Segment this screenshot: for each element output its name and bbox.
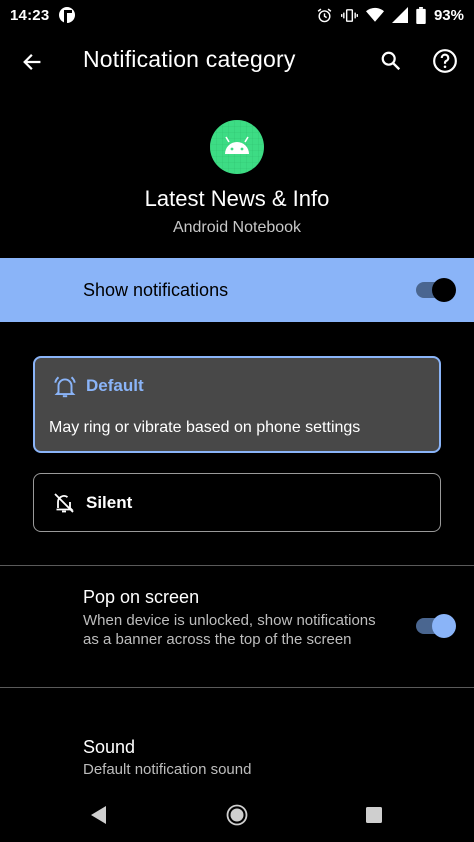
battery-icon — [416, 6, 426, 24]
search-icon — [381, 51, 401, 71]
battery-percent: 93% — [433, 6, 464, 24]
status-icons: 93% — [316, 6, 464, 24]
back-button[interactable] — [16, 46, 48, 78]
bell-ringing-icon — [54, 376, 76, 398]
show-notifications-row[interactable]: Show notifications — [0, 258, 474, 322]
toggle-knob — [432, 614, 456, 638]
silent-option-card[interactable]: Silent — [33, 473, 441, 532]
default-option-label: Default — [86, 376, 144, 395]
search-button[interactable] — [376, 46, 406, 76]
alarm-icon — [317, 8, 332, 22]
page-title: Notification category — [83, 46, 296, 72]
divider — [0, 565, 474, 566]
nav-back-icon[interactable] — [88, 804, 108, 826]
toggle-knob — [432, 278, 456, 302]
silent-option-label: Silent — [86, 493, 133, 512]
nav-home-icon[interactable] — [226, 804, 248, 826]
show-notifications-label: Show notifications — [83, 280, 229, 300]
pop-on-screen-toggle[interactable] — [416, 614, 456, 638]
help-icon — [433, 49, 457, 73]
app-name: Android Notebook — [172, 219, 302, 236]
back-arrow-icon — [23, 54, 41, 70]
notification-app-icon — [59, 7, 76, 23]
vibrate-icon — [340, 8, 358, 22]
default-option-description: May ring or vibrate based on phone setti… — [49, 419, 361, 436]
app-bar: Notification category — [0, 30, 474, 92]
pop-on-screen-summary: When device is unlocked, show notificati… — [83, 612, 376, 648]
navigation-bar — [0, 790, 474, 842]
wifi-icon — [365, 7, 384, 22]
divider — [0, 687, 474, 688]
status-bar: 14:23 93% — [0, 0, 474, 30]
android-robot-icon — [210, 120, 264, 174]
signal-icon — [391, 7, 408, 23]
status-time: 14:23 — [10, 6, 50, 24]
channel-name: Latest News & Info — [144, 186, 330, 211]
help-button[interactable] — [430, 46, 460, 76]
show-notifications-toggle[interactable] — [416, 278, 456, 302]
default-option-card[interactable]: Default May ring or vibrate based on pho… — [33, 356, 441, 453]
nav-recents-icon[interactable] — [365, 806, 383, 824]
sound-summary: Default notification sound — [83, 761, 252, 778]
sound-title: Sound — [83, 737, 136, 757]
bell-off-icon — [54, 493, 74, 513]
pop-on-screen-title: Pop on screen — [83, 587, 200, 607]
